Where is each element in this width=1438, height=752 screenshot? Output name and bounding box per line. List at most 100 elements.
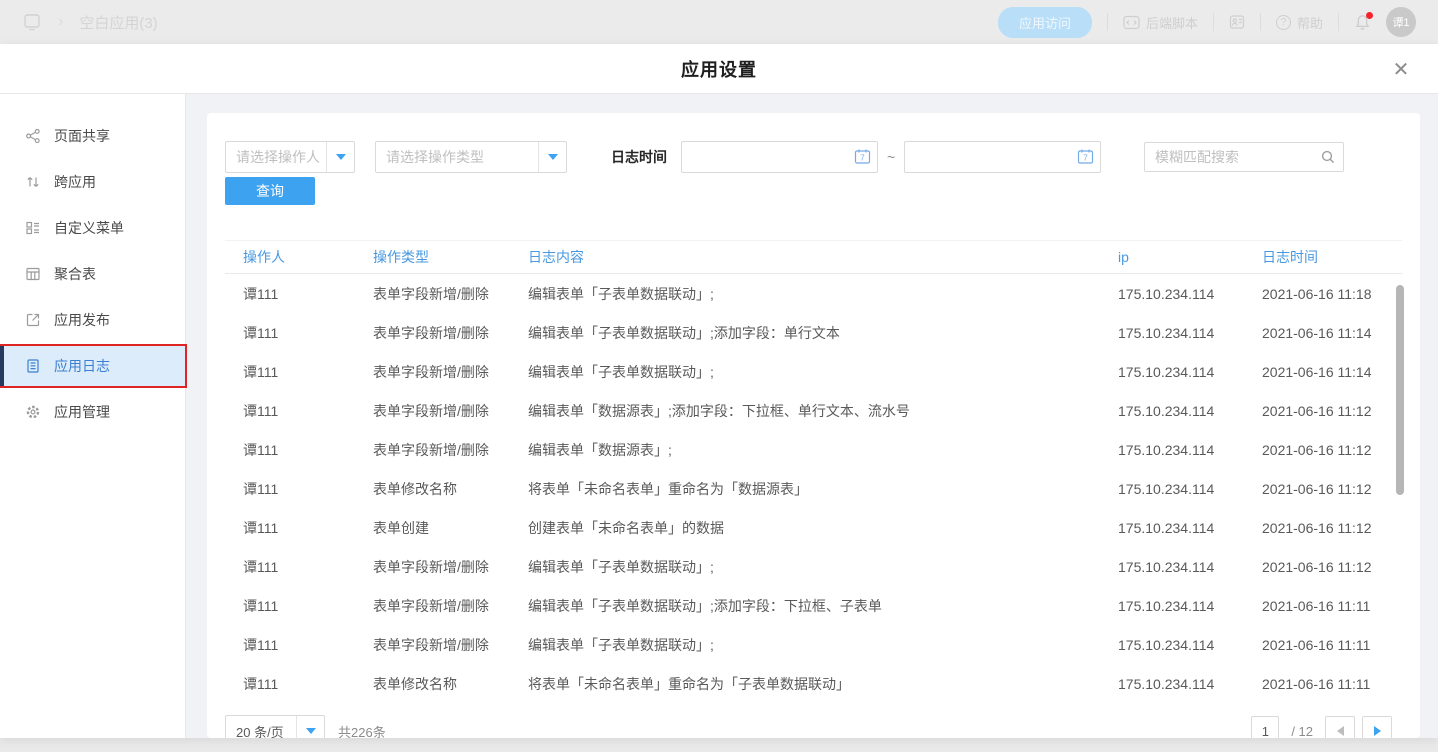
table-cell-time: 2021-06-16 11:12 <box>1262 481 1402 497</box>
pagination-bar: 20 条/页 共226条 1 / 12 <box>225 715 1392 738</box>
table-cell-type: 表单字段新增/删除 <box>373 635 528 655</box>
sidebar-item-cross-app[interactable]: 跨应用 <box>0 162 185 202</box>
close-icon[interactable]: ✕ <box>1388 56 1414 82</box>
table-cell-time: 2021-06-16 11:12 <box>1262 559 1402 575</box>
svg-text:7: 7 <box>860 153 865 162</box>
app-topbar: › 空白应用(3) 应用访问 后端脚本 <box>0 0 1438 44</box>
swap-vertical-icon <box>25 174 41 190</box>
help-label: 帮助 <box>1297 13 1323 32</box>
sidebar-item-label: 应用发布 <box>54 310 110 330</box>
table-cell-operator: 谭111 <box>243 674 373 694</box>
column-header-operator: 操作人 <box>243 247 373 267</box>
table-cell-operator: 谭111 <box>243 401 373 421</box>
table-header: 操作人 操作类型 日志内容 ip 日志时间 <box>225 240 1402 274</box>
page-size-select[interactable]: 20 条/页 <box>225 715 325 738</box>
table-cell-ip: 175.10.234.114 <box>1118 676 1262 692</box>
prev-page-button[interactable] <box>1325 716 1355 738</box>
notification-bell-icon[interactable] <box>1354 14 1371 31</box>
sidebar-item-aggregate-table[interactable]: 聚合表 <box>0 254 185 294</box>
question-icon: ? <box>1276 15 1291 30</box>
log-icon <box>25 358 41 374</box>
sidebar-item-label: 页面共享 <box>54 126 110 146</box>
query-button[interactable]: 查询 <box>225 177 315 205</box>
date-start-input[interactable] <box>681 141 878 173</box>
table-row: 谭111表单字段新增/删除编辑表单「子表单数据联动」;175.10.234.11… <box>225 625 1402 664</box>
table-cell-time: 2021-06-16 11:12 <box>1262 403 1402 419</box>
modal-header: 应用设置 ✕ <box>0 44 1438 94</box>
table-cell-operator: 谭111 <box>243 635 373 655</box>
sidebar-item-app-publish[interactable]: 应用发布 <box>0 300 185 340</box>
log-panel: 请选择操作人 请选择操作类型 日志时间 <box>207 113 1420 738</box>
contacts-button[interactable] <box>1229 14 1245 30</box>
sidebar-item-custom-menu[interactable]: 自定义菜单 <box>0 208 185 248</box>
app-access-button[interactable]: 应用访问 <box>998 7 1092 38</box>
table-cell-type: 表单字段新增/删除 <box>373 401 528 421</box>
operation-type-select[interactable]: 请选择操作类型 <box>375 141 567 173</box>
share-icon <box>25 128 41 144</box>
aggregate-table-icon <box>25 266 41 282</box>
arrow-right-icon <box>1374 726 1381 736</box>
table-row: 谭111表单字段新增/删除编辑表单「子表单数据联动」;添加字段：下拉框、子表单1… <box>225 586 1402 625</box>
operator-select[interactable]: 请选择操作人 <box>225 141 355 173</box>
date-start-wrap: 7 <box>681 141 878 173</box>
table-cell-type: 表单字段新增/删除 <box>373 557 528 577</box>
table-row: 谭111表单修改名称将表单「未命名表单」重命名为「子表单数据联动」175.10.… <box>225 664 1402 703</box>
table-cell-time: 2021-06-16 11:18 <box>1262 286 1402 302</box>
sidebar-item-app-log[interactable]: 应用日志 <box>0 346 185 386</box>
notification-badge <box>1366 12 1373 19</box>
table-row: 谭111表单字段新增/删除编辑表单「数据源表」;添加字段：下拉框、单行文本、流水… <box>225 391 1402 430</box>
backend-script-label: 后端脚本 <box>1146 13 1198 32</box>
scrollbar-thumb[interactable] <box>1396 285 1404 495</box>
backend-script-button[interactable]: 后端脚本 <box>1123 13 1198 32</box>
calendar-icon[interactable]: 7 <box>854 148 871 170</box>
filter-bar: 请选择操作人 请选择操作类型 日志时间 <box>225 141 1402 173</box>
range-separator: ~ <box>887 149 895 165</box>
log-time-label: 日志时间 <box>611 147 667 167</box>
modal-title: 应用设置 <box>681 56 757 82</box>
table-cell-content: 编辑表单「子表单数据联动」;添加字段：下拉框、子表单 <box>528 596 1118 616</box>
sidebar-item-app-manage[interactable]: 应用管理 <box>0 392 185 432</box>
date-end-wrap: 7 <box>904 141 1101 173</box>
table-row: 谭111表单字段新增/删除编辑表单「子表单数据联动」;175.10.234.11… <box>225 547 1402 586</box>
table-cell-content: 创建表单「未命名表单」的数据 <box>528 518 1118 538</box>
table-row: 谭111表单字段新增/删除编辑表单「子表单数据联动」;添加字段：单行文本175.… <box>225 313 1402 352</box>
table-cell-content: 将表单「未命名表单」重命名为「子表单数据联动」 <box>528 674 1118 694</box>
table-cell-type: 表单字段新增/删除 <box>373 596 528 616</box>
screen: › 空白应用(3) 应用访问 后端脚本 <box>0 0 1438 752</box>
table-cell-time: 2021-06-16 11:12 <box>1262 442 1402 458</box>
table-cell-ip: 175.10.234.114 <box>1118 481 1262 497</box>
table-cell-operator: 谭111 <box>243 596 373 616</box>
table-row: 谭111表单创建创建表单「未命名表单」的数据175.10.234.1142021… <box>225 508 1402 547</box>
chevron-down-icon <box>326 142 354 172</box>
table-cell-operator: 谭111 <box>243 518 373 538</box>
calendar-icon[interactable]: 7 <box>1077 148 1094 170</box>
page-size-value: 20 条/页 <box>226 722 296 739</box>
table-cell-content: 编辑表单「子表单数据联动」;添加字段：单行文本 <box>528 323 1118 343</box>
table-cell-time: 2021-06-16 11:11 <box>1262 598 1402 614</box>
table-row: 谭111表单修改名称将表单「未命名表单」重命名为「数据源表」175.10.234… <box>225 469 1402 508</box>
code-icon <box>1123 15 1140 30</box>
table-cell-content: 编辑表单「子表单数据联动」; <box>528 284 1118 304</box>
log-table-body: 谭111表单字段新增/删除编辑表单「子表单数据联动」;175.10.234.11… <box>225 274 1402 703</box>
table-cell-ip: 175.10.234.114 <box>1118 598 1262 614</box>
table-cell-type: 表单字段新增/删除 <box>373 323 528 343</box>
sidebar-item-page-share[interactable]: 页面共享 <box>0 116 185 156</box>
search-input[interactable] <box>1144 142 1344 172</box>
user-avatar[interactable]: 谭1 <box>1386 7 1416 37</box>
column-header-content: 日志内容 <box>528 247 1118 267</box>
sidebar-item-label: 应用管理 <box>54 402 110 422</box>
divider <box>1107 13 1108 31</box>
current-page-input[interactable]: 1 <box>1251 716 1279 738</box>
table-cell-ip: 175.10.234.114 <box>1118 637 1262 653</box>
date-end-input[interactable] <box>904 141 1101 173</box>
app-home-icon[interactable] <box>22 12 42 32</box>
help-button[interactable]: ? 帮助 <box>1276 13 1323 32</box>
search-icon <box>1320 149 1336 170</box>
sidebar-item-label: 自定义菜单 <box>54 218 124 238</box>
table-cell-content: 编辑表单「子表单数据联动」; <box>528 557 1118 577</box>
table-cell-ip: 175.10.234.114 <box>1118 403 1262 419</box>
next-page-button[interactable] <box>1362 716 1392 738</box>
table-cell-content: 将表单「未命名表单」重命名为「数据源表」 <box>528 479 1118 499</box>
contacts-icon <box>1229 14 1245 30</box>
chevron-down-icon <box>538 142 566 172</box>
